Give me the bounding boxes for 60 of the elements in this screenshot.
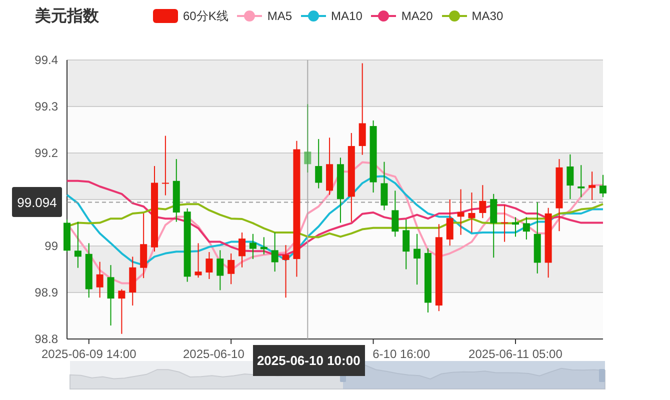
candlestick [380,161,388,211]
candlestick [96,261,104,298]
candlestick [129,256,136,306]
candlestick [118,288,126,334]
candlestick [578,164,585,198]
axis-label: 2025-06-10 [183,347,244,361]
candlestick [446,199,454,246]
candlestick [326,137,334,196]
legend-item[interactable]: 60分K线 [153,8,228,24]
legend-item[interactable]: MA30 [442,8,504,24]
axis-label: 2025-06-09 14:00 [42,347,136,361]
axis-label: 99.4 [34,53,58,67]
axis-label: 99.2 [34,146,58,160]
candlestick [238,232,246,268]
candlestick [172,158,180,222]
candlestick [107,264,114,326]
candlestick [402,219,410,270]
candlestick [501,204,508,242]
axis-label: 99 [44,239,58,253]
candlestick [566,154,574,200]
axis-label: 2025-06-11 05:00 [468,347,562,361]
candlestick [457,188,464,236]
axis-label: 6-10 16:00 [372,347,430,361]
candlestick [194,242,202,278]
candlestick [271,232,278,272]
candlestick [206,252,213,280]
candlestick [249,233,256,260]
candlestick [140,212,148,279]
candlestick [260,236,268,255]
price-tooltip: 99.094 [12,187,62,218]
axis-label: 98.9 [34,286,58,300]
axis-label: 99.3 [34,100,58,114]
candlestick [479,184,486,219]
candlestick [315,138,322,189]
candlestick [162,135,169,196]
candlestick [588,171,596,200]
candle-legend-icon [153,9,178,23]
candlestick [304,104,312,174]
candlestick [216,250,224,291]
candlestick [282,244,290,298]
candlestick [424,248,432,313]
chart-title: 美元指数 [35,6,100,26]
legend-item[interactable]: MA10 [301,8,362,24]
legend-item[interactable]: MA20 [371,8,433,24]
time-tooltip: 2025-06-10 10:00 [252,345,365,376]
candlestick [74,221,82,268]
candlestick [600,174,606,198]
legend-item[interactable]: MA5 [237,8,292,24]
candlestick [336,157,344,224]
candlestick [522,216,530,240]
candlestick [392,190,399,238]
candlestick [490,193,498,258]
candlestick [544,207,552,278]
axis-label: 98.8 [34,332,58,346]
candlestick [64,219,70,252]
candlestick [468,192,476,234]
candlestick [414,233,421,286]
candlestick [85,242,92,298]
candlestick [512,216,519,238]
candlestick [228,252,235,285]
